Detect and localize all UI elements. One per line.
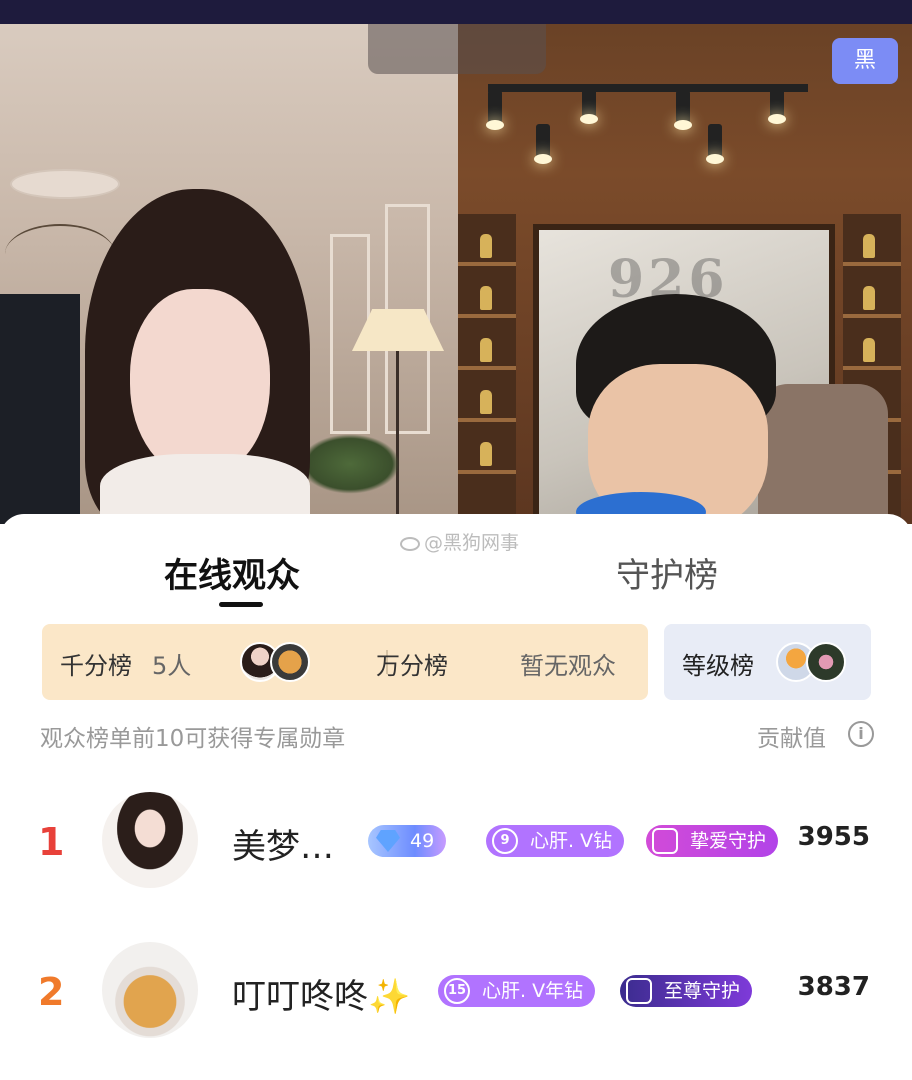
- fan-level-icon: 15: [444, 978, 470, 1004]
- trophy: [480, 338, 492, 362]
- wanfen-status: 暂无观众: [520, 652, 616, 680]
- window: [0, 294, 80, 524]
- tab-guard-list[interactable]: 守护榜: [616, 548, 718, 597]
- guard-badge: 挚爱守护: [646, 825, 779, 857]
- contribution-score: 3955: [797, 822, 870, 852]
- trophy: [863, 286, 875, 310]
- live-video[interactable]: 926 黑: [0, 24, 912, 524]
- tab-online-audience[interactable]: 在线观众: [164, 548, 300, 597]
- viewer-name: 美梦…: [232, 827, 334, 867]
- watermark: @黑狗网事: [400, 528, 519, 555]
- black-button[interactable]: 黑: [832, 38, 898, 84]
- fan-level-icon: 9: [492, 828, 518, 854]
- spot-light: [768, 84, 786, 124]
- guard-badge-text: 至尊守护: [664, 980, 741, 1002]
- spot-light: [580, 84, 598, 124]
- avatar: [806, 642, 846, 682]
- qianfen-avatars: [240, 642, 310, 682]
- level-avatars: [776, 642, 846, 682]
- audience-sheet: @黑狗网事 在线观众 守护榜 千分榜 5人 万分榜 暂无观众 等级榜 观众榜单前…: [0, 514, 912, 1080]
- viewer-row[interactable]: 1 美梦… 49 9 心肝. V钻 挚爱守护 3955: [0, 792, 912, 892]
- host-camera-right: 926: [458, 24, 912, 524]
- trophy: [480, 390, 492, 414]
- crown-icon: [626, 978, 652, 1004]
- trophy: [863, 338, 875, 362]
- info-icon[interactable]: i: [848, 721, 874, 747]
- diamond-icon: [376, 830, 400, 852]
- spot-light: [674, 90, 692, 130]
- trophy-shelf: [458, 214, 516, 524]
- trophy: [480, 442, 492, 466]
- contribution-label: 贡献值: [757, 726, 826, 752]
- spot-light: [534, 124, 552, 164]
- qianfen-count: 5人: [152, 652, 192, 680]
- rank-number: 2: [38, 970, 65, 1014]
- wanfen-label: 万分榜: [376, 652, 448, 680]
- trophy: [863, 234, 875, 258]
- light-track: [488, 84, 808, 92]
- trophy: [480, 234, 492, 258]
- avatar: [270, 642, 310, 682]
- level-badge: 49: [368, 825, 447, 857]
- level-rank-label: 等级榜: [682, 652, 754, 680]
- rank-number: 1: [38, 820, 65, 864]
- trophy: [480, 286, 492, 310]
- guard-badge-text: 挚爱守护: [690, 830, 767, 852]
- blurred-overlay: [368, 24, 546, 74]
- tab-active-indicator: [219, 602, 263, 607]
- level-value: 49: [410, 830, 435, 852]
- viewer-avatar[interactable]: [102, 792, 198, 888]
- fan-badge: 9 心肝. V钻: [486, 825, 625, 857]
- status-bar: [0, 0, 912, 24]
- spot-light: [706, 124, 724, 164]
- viewer-row[interactable]: 2 叮叮咚咚✨ 15 心肝. V年钻 至尊守护 3837: [0, 942, 912, 1042]
- gem-icon: [652, 828, 678, 854]
- top10-hint: 观众榜单前10可获得专属勋章: [40, 726, 346, 752]
- fan-badge-text: 心肝. V钻: [530, 830, 613, 852]
- rank-filter-bar: 千分榜 5人 万分榜 暂无观众: [42, 624, 648, 700]
- contribution-score: 3837: [797, 972, 870, 1002]
- guard-badge: 至尊守护: [620, 975, 753, 1007]
- weibo-icon: [400, 536, 420, 551]
- viewer-avatar[interactable]: [102, 942, 198, 1038]
- watermark-text: @黑狗网事: [424, 532, 520, 554]
- chair: [758, 384, 888, 524]
- fan-badge-text: 心肝. V年钻: [482, 980, 584, 1002]
- plant: [300, 434, 400, 494]
- host-camera-left: [0, 24, 458, 524]
- qianfen-label: 千分榜: [60, 652, 132, 680]
- fan-badge: 15 心肝. V年钻: [438, 975, 596, 1007]
- streamer-left-face: [130, 289, 270, 479]
- spot-light: [486, 90, 504, 130]
- ceiling-rose: [10, 169, 120, 199]
- level-rank-button[interactable]: 等级榜: [664, 624, 871, 700]
- viewer-name: 叮叮咚咚✨: [232, 977, 411, 1017]
